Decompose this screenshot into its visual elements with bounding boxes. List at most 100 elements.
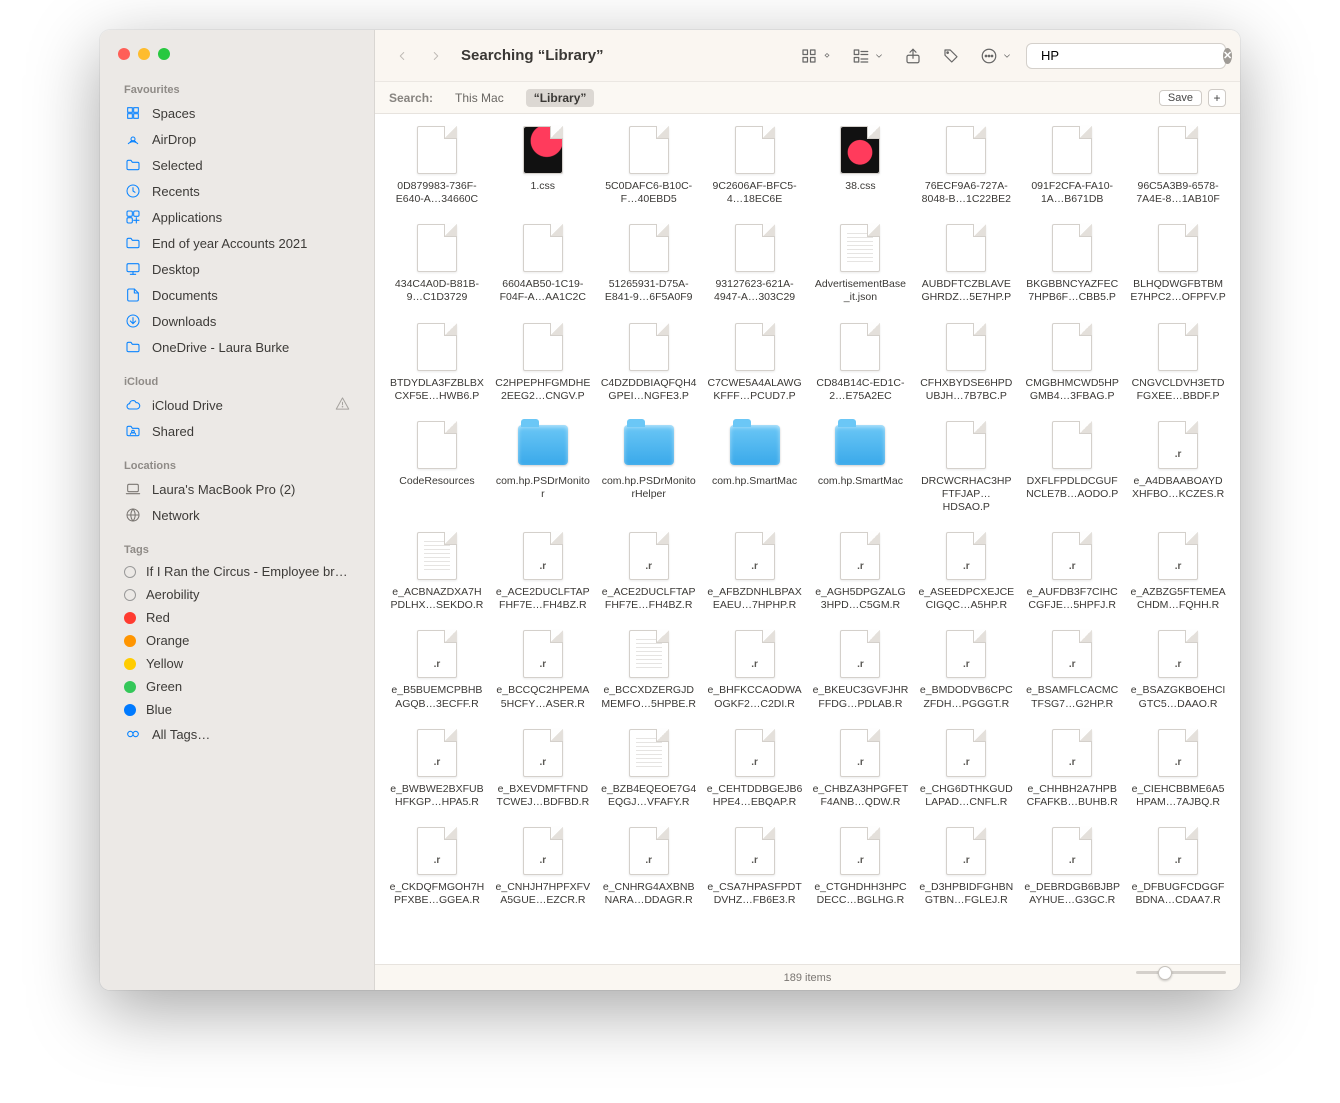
file-item[interactable]: .re_AFBZDNHLBPAXEAEU…7HPHP.R [705, 528, 805, 614]
file-item[interactable]: CodeResources [387, 417, 487, 516]
file-item[interactable]: .re_ACE2DUCLFTAPFHF7E…FH4BZ.R [493, 528, 593, 614]
file-item[interactable]: 091F2CFA-FA10-1A…B671DB [1022, 122, 1122, 208]
file-item[interactable]: .re_BHFKCCAODWAOGKF2…C2DI.R [705, 626, 805, 712]
file-item[interactable]: .re_BSAZGKBOEHCIGTC5…DAAO.R [1128, 626, 1228, 712]
file-item[interactable]: 38.css [811, 122, 911, 208]
sidebar-item[interactable]: Network [110, 502, 364, 528]
scope-this-mac[interactable]: This Mac [447, 89, 512, 107]
file-item[interactable]: AdvertisementBase_it.json [811, 220, 911, 306]
file-item[interactable]: 9C2606AF-BFC5-4…18EC6E [705, 122, 805, 208]
file-item[interactable]: com.hp.SmartMac [811, 417, 911, 516]
file-item[interactable]: BTDYDLA3FZBLBXCXF5E…HWB6.P [387, 319, 487, 405]
file-item[interactable]: 96C5A3B9-6578-7A4E-8…1AB10F [1128, 122, 1228, 208]
search-input[interactable] [1041, 48, 1217, 63]
file-item[interactable]: .re_ASEEDPCXEJCECIGQC…A5HP.R [916, 528, 1016, 614]
file-item[interactable]: C2HPEPHFGMDHE2EEG2…CNGV.P [493, 319, 593, 405]
file-item[interactable]: .re_CHHBH2A7HPBCFAFKB…BUHB.R [1022, 725, 1122, 811]
file-item[interactable]: .re_A4DBAABOAYDXHFBO…KCZES.R [1128, 417, 1228, 516]
icon-size-slider[interactable] [1136, 971, 1226, 974]
sidebar-item[interactable]: All Tags… [110, 721, 364, 747]
zoom-button[interactable] [158, 48, 170, 60]
file-item[interactable]: .re_CTGHDHH3HPCDECC…BGLHG.R [811, 823, 911, 909]
sidebar-item[interactable]: Blue [110, 698, 364, 721]
file-item[interactable]: DXFLFPDLDCGUFNCLE7B…AODO.P [1022, 417, 1122, 516]
save-search-button[interactable]: Save [1159, 90, 1202, 106]
file-item[interactable]: .re_AGH5DPGZALG3HPD…C5GM.R [811, 528, 911, 614]
sidebar-item[interactable]: Yellow [110, 652, 364, 675]
file-item[interactable]: CFHXBYDSE6HPDUBJH…7B7BC.P [916, 319, 1016, 405]
file-item[interactable]: 5C0DAFC6-B10C-F…40EBD5 [599, 122, 699, 208]
file-item[interactable]: e_BCCXDZERGJDMEMFO…5HPBE.R [599, 626, 699, 712]
close-button[interactable] [118, 48, 130, 60]
forward-button[interactable] [423, 43, 449, 69]
file-item[interactable]: .re_ACE2DUCLFTAPFHF7E…FH4BZ.R [599, 528, 699, 614]
sidebar-item[interactable]: Documents [110, 282, 364, 308]
sidebar-item[interactable]: If I Ran the Circus - Employee brainstor… [110, 560, 364, 583]
file-item[interactable]: 93127623-621A-4947-A…303C29 [705, 220, 805, 306]
sidebar-item[interactable]: Red [110, 606, 364, 629]
file-item[interactable]: .re_CHBZA3HPGFETF4ANB…QDW.R [811, 725, 911, 811]
file-item[interactable]: .re_B5BUEMCPBHBAGQB…3ECFF.R [387, 626, 487, 712]
file-item[interactable]: DRCWCRHAC3HPFTFJAP…HDSAO.P [916, 417, 1016, 516]
file-item[interactable]: com.hp.PSDrMonitorHelper [599, 417, 699, 516]
group-button[interactable] [846, 42, 890, 70]
sidebar-item[interactable]: Applications [110, 204, 364, 230]
clear-search-button[interactable]: ✕ [1223, 48, 1232, 64]
file-item[interactable]: .re_DEBRDGB6BJBPAYHUE…G3GC.R [1022, 823, 1122, 909]
file-item[interactable]: .re_CHG6DTHKGUDLAPAD…CNFL.R [916, 725, 1016, 811]
file-item[interactable]: .re_CNHRG4AXBNBNARA…DDAGR.R [599, 823, 699, 909]
sidebar-item[interactable]: Aerobility [110, 583, 364, 606]
file-item[interactable]: BKGBBNCYAZFEC7HPB6F…CBB5.P [1022, 220, 1122, 306]
file-item[interactable]: .re_CNHJH7HPFXFVA5GUE…EZCR.R [493, 823, 593, 909]
file-item[interactable]: .re_CKDQFMGOH7HPFXBE…GGEA.R [387, 823, 487, 909]
sidebar-item[interactable]: Green [110, 675, 364, 698]
file-item[interactable]: 434C4A0D-B81B-9…C1D3729 [387, 220, 487, 306]
file-item[interactable]: .re_CSA7HPASFPDTDVHZ…FB6E3.R [705, 823, 805, 909]
sidebar-item[interactable]: Downloads [110, 308, 364, 334]
more-button[interactable] [974, 42, 1018, 70]
file-item[interactable]: .re_D3HPBIDFGHBNGTBN…FGLEJ.R [916, 823, 1016, 909]
file-item[interactable]: e_ACBNAZDXA7HPDLHX…SEKDO.R [387, 528, 487, 614]
search-box[interactable]: ✕ [1026, 43, 1226, 69]
file-item[interactable]: AUBDFTCZBLAVEGHRDZ…5E7HP.P [916, 220, 1016, 306]
file-item[interactable]: .re_BXEVDMFTFNDTCWEJ…BDFBD.R [493, 725, 593, 811]
file-item[interactable]: C7CWE5A4ALAWGKFFF…PCUD7.P [705, 319, 805, 405]
file-item[interactable]: com.hp.SmartMac [705, 417, 805, 516]
view-icons-button[interactable] [794, 42, 838, 70]
file-item[interactable]: 1.css [493, 122, 593, 208]
file-item[interactable]: BLHQDWGFBTBME7HPC2…OFPFV.P [1128, 220, 1228, 306]
file-item[interactable]: 76ECF9A6-727A-8048-B…1C22BE2 [916, 122, 1016, 208]
file-item[interactable]: com.hp.PSDrMonitor [493, 417, 593, 516]
file-item[interactable]: .re_BSAMFLCACMCTFSG7…G2HP.R [1022, 626, 1122, 712]
results-scroll[interactable]: 0D879983-736F-E640-A…34660C1.css5C0DAFC6… [375, 114, 1240, 964]
file-item[interactable]: .re_BWBWE2BXFUBHFKGP…HPA5.R [387, 725, 487, 811]
file-item[interactable]: 51265931-D75A-E841-9…6F5A0F9 [599, 220, 699, 306]
file-item[interactable]: CMGBHMCWD5HPGMB4…3FBAG.P [1022, 319, 1122, 405]
sidebar-item[interactable]: Spaces [110, 100, 364, 126]
sidebar-item[interactable]: Selected [110, 152, 364, 178]
file-item[interactable]: .re_CEHTDDBGEJB6HPE4…EBQAP.R [705, 725, 805, 811]
file-item[interactable]: .re_CIEHCBBME6A5HPAM…7AJBQ.R [1128, 725, 1228, 811]
file-item[interactable]: .re_DFBUGFCDGGFBDNA…CDAA7.R [1128, 823, 1228, 909]
scope-library[interactable]: “Library” [526, 89, 595, 107]
tags-button[interactable] [936, 42, 966, 70]
sidebar-item[interactable]: iCloud Drive [110, 392, 364, 418]
sidebar-item[interactable]: Laura's MacBook Pro (2) [110, 476, 364, 502]
file-item[interactable]: CD84B14C-ED1C-2…E75A2EC [811, 319, 911, 405]
file-item[interactable]: .re_AUFDB3F7CIHCCGFJE…5HPFJ.R [1022, 528, 1122, 614]
minimize-button[interactable] [138, 48, 150, 60]
file-item[interactable]: .re_AZBZG5FTEMEACHDM…FQHH.R [1128, 528, 1228, 614]
sidebar-item[interactable]: Orange [110, 629, 364, 652]
file-item[interactable]: .re_BKEUC3GVFJHRFFDG…PDLAB.R [811, 626, 911, 712]
sidebar-item[interactable]: Recents [110, 178, 364, 204]
share-button[interactable] [898, 42, 928, 70]
sidebar-item[interactable]: Shared [110, 418, 364, 444]
back-button[interactable] [389, 43, 415, 69]
sidebar-item[interactable]: AirDrop [110, 126, 364, 152]
file-item[interactable]: .re_BMDODVB6CPCZFDH…PGGGT.R [916, 626, 1016, 712]
file-item[interactable]: .re_BCCQC2HPEMA5HCFY…ASER.R [493, 626, 593, 712]
file-item[interactable]: C4DZDDBIAQFQH4GPEI…NGFE3.P [599, 319, 699, 405]
sidebar-item[interactable]: OneDrive - Laura Burke [110, 334, 364, 360]
sidebar-item[interactable]: Desktop [110, 256, 364, 282]
file-item[interactable]: e_BZB4EQEOE7G4EQGJ…VFAFY.R [599, 725, 699, 811]
